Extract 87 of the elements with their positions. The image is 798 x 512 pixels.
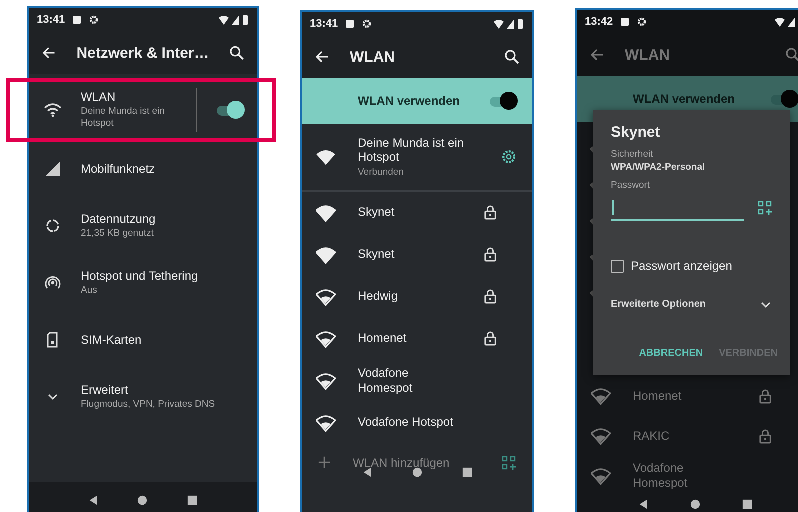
- network-name: RAKIC: [633, 428, 671, 444]
- network-row[interactable]: Homenet: [577, 376, 798, 416]
- image-icon: [345, 19, 356, 29]
- recents-icon[interactable]: [186, 494, 198, 506]
- image-icon: [620, 17, 630, 27]
- switch-label: WLAN verwenden: [633, 92, 736, 106]
- advanced-options-label: Erweiterte Optionen: [611, 299, 708, 310]
- qr-code-icon[interactable]: [758, 201, 772, 215]
- screen-title: WLAN: [350, 48, 396, 66]
- network-name: Homenet: [358, 331, 408, 346]
- item-title: Erweitert: [81, 382, 130, 397]
- network-row[interactable]: Vodafone Homespot: [302, 360, 532, 402]
- network-row[interactable]: Skynet: [302, 234, 532, 276]
- field-label: Sicherheit: [611, 149, 654, 160]
- home-icon[interactable]: [690, 498, 700, 510]
- image-icon: [72, 15, 82, 25]
- status-time: 13:41: [37, 14, 66, 26]
- item-title: WLAN: [81, 90, 117, 104]
- toggle-switch[interactable]: [488, 92, 518, 110]
- toggle-switch[interactable]: [215, 101, 245, 119]
- item-title: Mobilfunknetz: [81, 162, 156, 176]
- advanced-options-row[interactable]: Erweiterte Optionen: [611, 299, 772, 310]
- network-row[interactable]: Homenet: [302, 318, 532, 360]
- search-icon[interactable]: [229, 45, 245, 61]
- item-subtitle: Deine Munda ist ein Hotspot: [81, 106, 166, 130]
- field-label: Passwort: [611, 180, 652, 191]
- status-icons: [775, 17, 798, 27]
- network-row[interactable]: Vodafone Hotspot: [302, 402, 532, 444]
- checkbox-label[interactable]: Passwort anzeigen: [631, 259, 732, 273]
- back-icon[interactable]: [638, 498, 648, 510]
- connection-status: Verbunden: [358, 166, 405, 178]
- settings-item[interactable]: WLAN Deine Munda ist ein Hotspot: [29, 80, 257, 140]
- checkbox[interactable]: [611, 260, 624, 272]
- back-icon[interactable]: [88, 494, 100, 506]
- item-title: Datennutzung: [81, 212, 157, 226]
- gear-icon: [362, 19, 372, 29]
- search-icon[interactable]: [504, 49, 520, 65]
- item-subtitle: Aus: [81, 284, 98, 296]
- back-icon[interactable]: [362, 467, 372, 478]
- add-network-link[interactable]: WLAN hinzufügen: [353, 456, 480, 470]
- network-name: Deine Munda ist ein Hotspot: [358, 136, 466, 165]
- settings-item[interactable]: SIM-Karten: [29, 311, 257, 368]
- item-subtitle: 21,35 KB genutzt: [81, 228, 155, 240]
- network-row[interactable]: Vodafone Homespot: [577, 456, 798, 496]
- password-field[interactable]: [611, 197, 744, 221]
- recents-icon[interactable]: [742, 498, 752, 510]
- settings-icon[interactable]: [500, 148, 518, 166]
- network-row[interactable]: RAKIC: [577, 416, 798, 456]
- back-arrow-icon[interactable]: [314, 49, 330, 65]
- item-title: Hotspot und Tethering: [81, 268, 200, 283]
- screen-title: Netzwerk & Inter…: [76, 44, 210, 62]
- connected-network-row[interactable]: Deine Munda ist ein Hotspot Verbunden: [302, 124, 532, 192]
- back-arrow-icon[interactable]: [41, 45, 57, 61]
- settings-item[interactable]: Datennutzung 21,35 KB genutzt: [29, 197, 257, 254]
- network-name: Vodafone Homespot: [358, 366, 414, 396]
- settings-item[interactable]: Mobilfunknetz: [29, 140, 257, 197]
- status-time: 13:41: [310, 18, 338, 30]
- status-icons: [219, 15, 249, 25]
- gear-icon: [89, 15, 100, 25]
- plus-icon[interactable]: [318, 456, 331, 470]
- network-name: Vodafone Homespot: [633, 461, 689, 491]
- status-time: 13:42: [585, 16, 614, 28]
- network-row[interactable]: Skynet: [302, 192, 532, 234]
- status-icons: [494, 19, 524, 29]
- dialog-title: Skynet: [611, 124, 662, 141]
- security-value: WPA/WPA2-Personal: [611, 162, 706, 173]
- dialog-button[interactable]: ABBRECHEN: [633, 344, 710, 363]
- qr-code-icon[interactable]: [502, 456, 516, 470]
- network-row[interactable]: Hedwig: [302, 276, 532, 318]
- chevron-down-icon: [760, 300, 772, 308]
- settings-item[interactable]: Hotspot und Tethering Aus: [29, 254, 257, 311]
- home-icon[interactable]: [137, 494, 148, 506]
- screen-title: WLAN: [625, 46, 671, 64]
- gear-icon: [637, 17, 648, 27]
- network-name: Vodafone Hotspot: [358, 415, 454, 430]
- network-name: Skynet: [358, 247, 396, 262]
- network-name: Skynet: [358, 205, 396, 220]
- hotspot-icon: [43, 274, 63, 290]
- item-subtitle: Flugmodus, VPN, Privates DNS: [81, 398, 216, 410]
- wlan-switch-row[interactable]: WLAN verwenden: [302, 78, 532, 124]
- settings-item[interactable]: Erweitert Flugmodus, VPN, Privates DNS: [29, 368, 257, 425]
- recents-icon[interactable]: [462, 467, 472, 478]
- switch-label: WLAN verwenden: [358, 94, 462, 108]
- network-name: Hedwig: [358, 289, 400, 304]
- toggle-switch[interactable]: [769, 90, 798, 108]
- network-name: Homenet: [633, 388, 683, 404]
- item-title: SIM-Karten: [81, 332, 143, 346]
